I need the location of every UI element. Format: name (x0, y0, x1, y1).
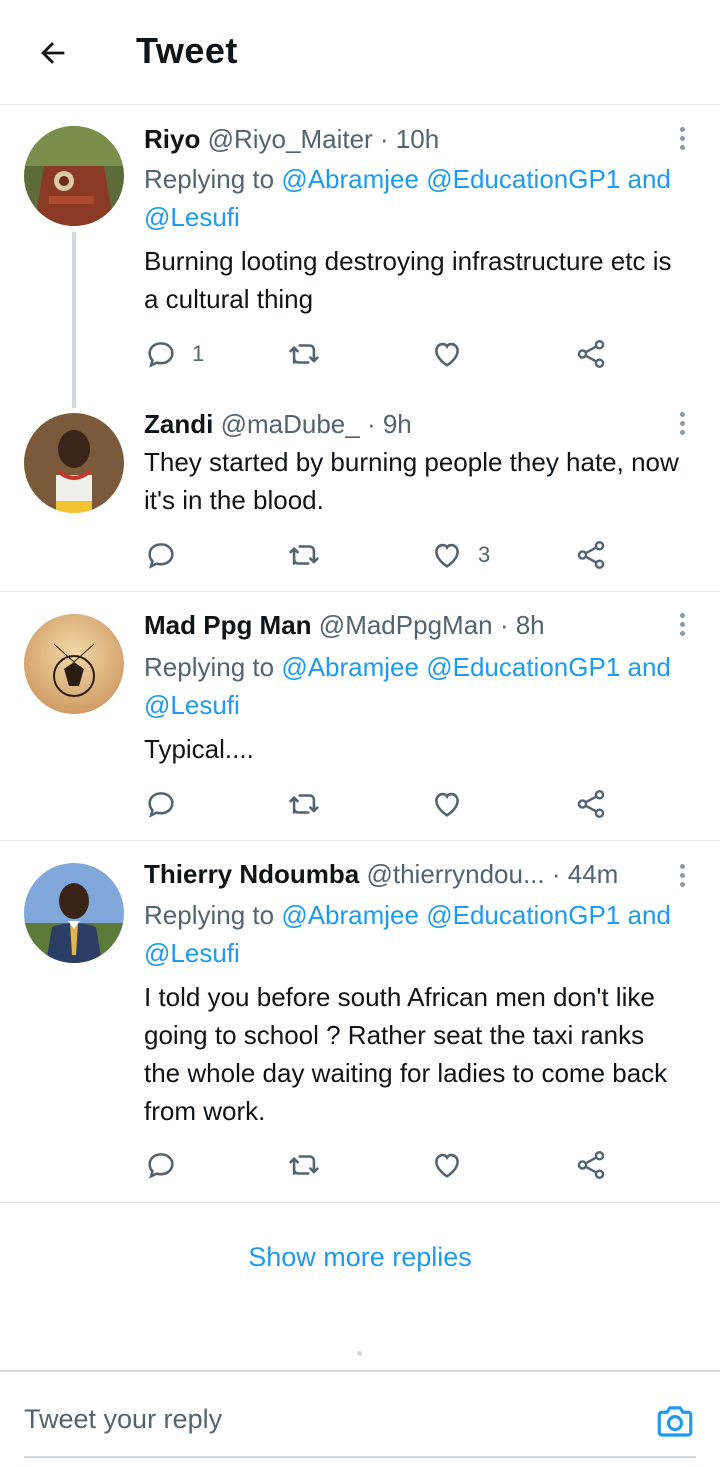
reply-button[interactable] (144, 784, 178, 824)
camera-icon (657, 1406, 693, 1437)
thread-line (72, 232, 76, 408)
share-icon (577, 790, 605, 818)
replying-label: Replying to (144, 900, 282, 930)
more-options-button[interactable] (668, 403, 696, 443)
reply-button[interactable]: 1 (144, 334, 204, 374)
share-button[interactable] (574, 535, 608, 575)
tweet-actions: 1 (144, 334, 624, 374)
tweet-header: Thierry Ndoumba @thierryndou... · 44m (144, 859, 618, 890)
like-icon (435, 342, 459, 367)
reply-button[interactable] (144, 535, 178, 575)
mention-link[interactable]: @Lesufi (144, 202, 240, 232)
more-options-button[interactable] (668, 855, 696, 895)
author-name[interactable]: Mad Ppg Man (144, 610, 312, 640)
author-name[interactable]: Zandi (144, 409, 213, 439)
reply-icon (148, 792, 174, 818)
share-button[interactable] (574, 784, 608, 824)
author-handle[interactable]: @Riyo_Maiter (208, 124, 373, 154)
more-options-button[interactable] (668, 604, 696, 644)
tweet-madppgman[interactable]: Mad Ppg Man @MadPpgMan · 8h Replying to … (0, 592, 720, 840)
reply-input[interactable] (24, 1404, 604, 1435)
replying-label: Replying to (144, 164, 282, 194)
retweet-icon (289, 1155, 319, 1175)
tweet-riyo[interactable]: Riyo @Riyo_Maiter · 10h Replying to @Abr… (0, 104, 720, 408)
author-handle[interactable]: @maDube_ (221, 409, 360, 439)
tweet-actions: 3 (144, 535, 624, 575)
tweet-text: Burning looting destroying infrastructur… (144, 246, 672, 314)
tweet-time: · 9h (366, 409, 412, 439)
like-icon (435, 792, 459, 817)
reply-count: 1 (192, 341, 205, 366)
tweet-actions (144, 784, 624, 824)
avatar[interactable] (24, 413, 124, 513)
scroll-indicator (357, 1351, 362, 1356)
share-button[interactable] (574, 1145, 608, 1185)
tweet-text: I told you before south African men don'… (144, 982, 668, 1126)
reply-icon (148, 1153, 174, 1179)
tweet-time: · 10h (379, 124, 440, 154)
mention-link[interactable]: @Abramjee @EducationGP1 and (281, 652, 671, 682)
retweet-icon (289, 794, 319, 814)
tweet-zandi[interactable]: Zandi @maDube_ · 9h They started by burn… (0, 389, 720, 591)
avatar[interactable] (24, 863, 124, 963)
page-title: Tweet (136, 30, 238, 71)
top-bar: Tweet (0, 0, 720, 105)
retweet-icon (289, 344, 319, 364)
reply-icon (148, 543, 174, 569)
like-icon (435, 543, 459, 568)
like-icon (435, 1153, 459, 1178)
retweet-button[interactable] (286, 334, 322, 374)
retweet-button[interactable] (286, 535, 322, 575)
camera-button[interactable] (654, 1400, 696, 1442)
retweet-button[interactable] (286, 784, 322, 824)
reply-composer (0, 1370, 720, 1467)
like-button[interactable]: 3 (430, 535, 490, 575)
input-underline (24, 1456, 696, 1458)
tweet-time: · 8h (499, 610, 545, 640)
like-button[interactable] (430, 1145, 464, 1185)
replying-to: Replying to @Abramjee @EducationGP1 and … (144, 896, 704, 972)
more-options-button[interactable] (668, 118, 696, 158)
retweet-button[interactable] (286, 1145, 322, 1185)
avatar[interactable] (24, 614, 124, 714)
tweet-time: · 44m (551, 859, 619, 889)
like-button[interactable] (430, 784, 464, 824)
mention-link[interactable]: @Abramjee @EducationGP1 and (281, 900, 671, 930)
share-button[interactable] (574, 334, 608, 374)
tweet-header: Mad Ppg Man @MadPpgMan · 8h (144, 610, 545, 641)
back-arrow-icon (41, 42, 65, 64)
author-name[interactable]: Thierry Ndoumba (144, 859, 359, 889)
reply-icon (148, 342, 174, 368)
share-icon (577, 1151, 605, 1179)
mention-link[interactable]: @Lesufi (144, 938, 240, 968)
replying-to: Replying to @Abramjee @EducationGP1 and … (144, 648, 704, 724)
tweet-text: They started by burning people they hate… (144, 447, 679, 515)
reply-button[interactable] (144, 1145, 178, 1185)
author-name[interactable]: Riyo (144, 124, 200, 154)
tweet-text: Typical.... (144, 734, 254, 764)
like-button[interactable] (430, 334, 464, 374)
share-icon (577, 340, 605, 368)
show-more-replies-button[interactable]: Show more replies (0, 1242, 720, 1273)
replying-to: Replying to @Abramjee @EducationGP1 and … (144, 160, 704, 236)
tweet-actions (144, 1145, 624, 1185)
author-handle[interactable]: @MadPpgMan (319, 610, 493, 640)
replying-label: Replying to (144, 652, 282, 682)
like-count: 3 (478, 542, 491, 567)
share-icon (577, 541, 605, 569)
divider (0, 1202, 720, 1203)
tweet-header: Riyo @Riyo_Maiter · 10h (144, 124, 439, 155)
avatar[interactable] (24, 126, 124, 226)
mention-link[interactable]: @Abramjee @EducationGP1 and (281, 164, 671, 194)
mention-link[interactable]: @Lesufi (144, 690, 240, 720)
retweet-icon (289, 545, 319, 565)
back-button[interactable] (30, 30, 76, 76)
author-handle[interactable]: @thierryndou... (366, 859, 544, 889)
tweet-header: Zandi @maDube_ · 9h (144, 409, 412, 440)
tweet-thierry[interactable]: Thierry Ndoumba @thierryndou... · 44m Re… (0, 841, 720, 1202)
